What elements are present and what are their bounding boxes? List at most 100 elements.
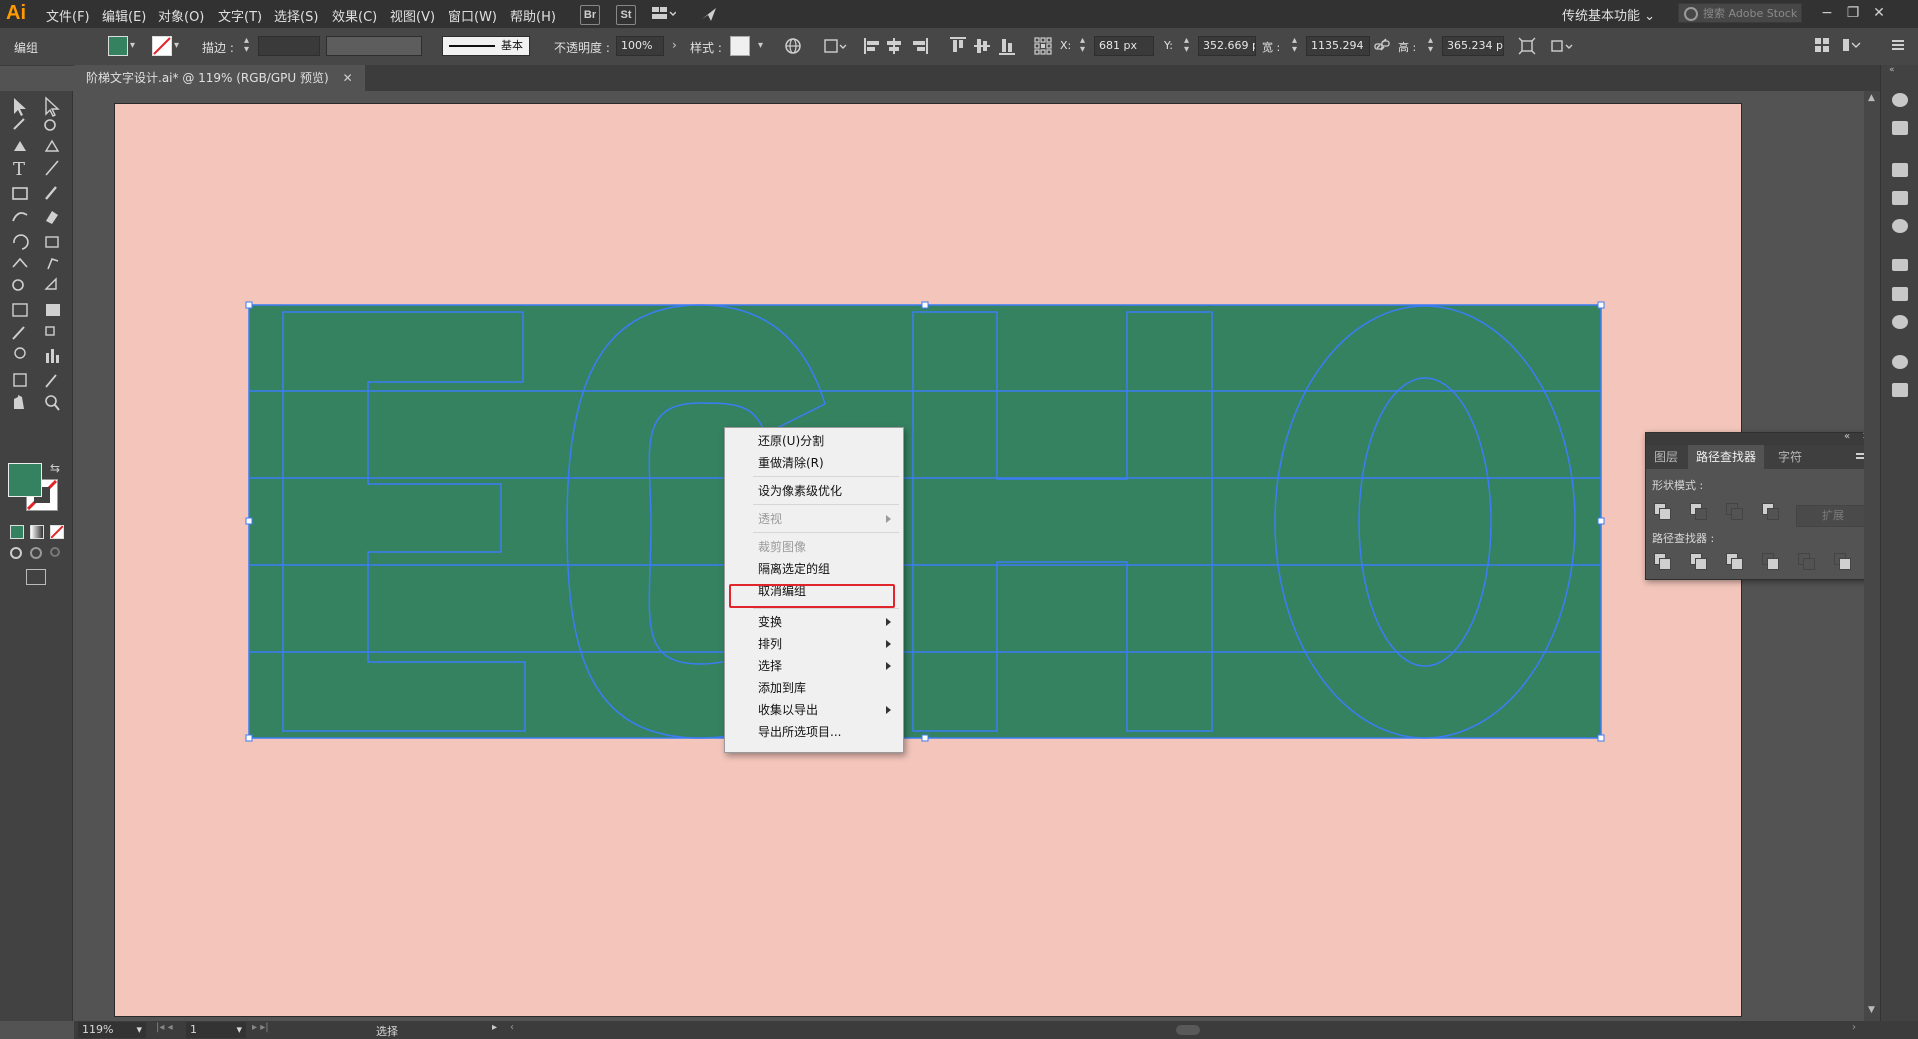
expand-dock-icon[interactable]: « bbox=[1889, 65, 1895, 75]
properties-icon[interactable] bbox=[1892, 121, 1908, 135]
tab-character[interactable]: 字符 bbox=[1770, 445, 1810, 469]
arrange-icon[interactable] bbox=[1814, 37, 1830, 53]
graphic-styles-icon[interactable] bbox=[1892, 383, 1908, 397]
minus-back-button[interactable] bbox=[1834, 553, 1852, 570]
stock-search-input[interactable]: 搜索 Adobe Stock bbox=[1678, 3, 1802, 23]
bridge-button[interactable]: Br bbox=[580, 5, 600, 25]
y-position-input[interactable]: 352.669 p bbox=[1198, 36, 1256, 56]
menu-help[interactable]: 帮助(H) bbox=[510, 6, 556, 25]
chevron-down-icon[interactable]: ▾ bbox=[758, 40, 763, 51]
pen-tool[interactable] bbox=[8, 139, 30, 159]
horizontal-scroll-thumb[interactable] bbox=[1176, 1025, 1200, 1035]
status-menu-arrow-icon[interactable]: ▸ bbox=[492, 1022, 497, 1033]
width-input[interactable]: 1135.294 bbox=[1306, 36, 1370, 56]
swap-fill-stroke-icon[interactable]: ⇆ bbox=[50, 461, 60, 475]
zoom-level-field[interactable]: 119% ▾ bbox=[78, 1022, 146, 1038]
exclude-button[interactable] bbox=[1762, 503, 1780, 520]
transform-reference-point-icon[interactable] bbox=[1034, 37, 1052, 55]
type-tool[interactable] bbox=[8, 159, 30, 179]
graphic-style-swatch[interactable] bbox=[730, 36, 750, 56]
close-icon[interactable]: ✕ bbox=[343, 71, 353, 85]
last-artboard-icon[interactable]: ▸ ▸| bbox=[252, 1022, 269, 1033]
menu-item-arrange[interactable]: 排列 bbox=[725, 634, 901, 654]
fill-swatch-front[interactable] bbox=[8, 463, 42, 497]
artboard-number-field[interactable]: 1 ▾ bbox=[186, 1022, 246, 1038]
y-stepper[interactable]: ▴ ▾ bbox=[1184, 36, 1189, 55]
height-stepper[interactable]: ▴ ▾ bbox=[1428, 36, 1433, 55]
stroke-weight-input[interactable] bbox=[258, 36, 320, 56]
scroll-down-icon[interactable]: ▼ bbox=[1868, 1005, 1875, 1015]
menu-object[interactable]: 对象(O) bbox=[158, 6, 204, 25]
menu-effect[interactable]: 效果(C) bbox=[332, 6, 377, 25]
menu-item-export-selection[interactable]: 导出所选项目... bbox=[725, 722, 901, 742]
stock-button[interactable]: St bbox=[616, 5, 636, 25]
menu-item-redo-clear[interactable]: 重做清除(R) bbox=[725, 453, 901, 473]
trim-button[interactable] bbox=[1690, 553, 1708, 570]
tab-layers[interactable]: 图层 bbox=[1646, 445, 1686, 469]
panel-header[interactable]: « ✕ bbox=[1646, 431, 1876, 445]
variable-width-profile[interactable] bbox=[326, 36, 422, 56]
intersect-button[interactable] bbox=[1726, 503, 1744, 520]
scroll-right-icon[interactable]: › bbox=[1852, 1022, 1856, 1033]
menu-item-isolate-group[interactable]: 隔离选定的组 bbox=[725, 559, 901, 579]
hand-tool[interactable] bbox=[8, 391, 30, 411]
stroke-weight-stepper[interactable]: ▴ ▾ bbox=[244, 36, 249, 55]
tab-pathfinder[interactable]: 路径查找器 bbox=[1688, 445, 1765, 469]
none-mode-button[interactable] bbox=[50, 525, 64, 539]
recolor-artwork-icon[interactable] bbox=[824, 37, 850, 55]
menu-select[interactable]: 选择(S) bbox=[274, 6, 318, 25]
x-position-input[interactable]: 681 px bbox=[1094, 36, 1154, 56]
draw-inside-icon[interactable] bbox=[50, 547, 60, 557]
opacity-input[interactable]: 100% bbox=[616, 36, 664, 56]
libraries-icon[interactable] bbox=[1892, 93, 1908, 107]
brushes-icon[interactable] bbox=[1892, 191, 1908, 205]
rectangle-tool[interactable] bbox=[8, 185, 30, 205]
close-window-button[interactable]: ✕ bbox=[1868, 3, 1890, 23]
menu-view[interactable]: 视图(V) bbox=[390, 6, 435, 25]
stroke-panel-icon[interactable] bbox=[1892, 259, 1908, 271]
scroll-up-icon[interactable]: ▲ bbox=[1868, 93, 1875, 103]
menu-item-pixel-perfect[interactable]: 设为像素级优化 bbox=[725, 481, 901, 501]
green-background-rect[interactable] bbox=[249, 305, 1601, 738]
brush-definition-dropdown[interactable]: 基本 bbox=[442, 36, 530, 56]
screen-mode-icon[interactable] bbox=[26, 569, 46, 585]
chevron-right-icon[interactable]: › bbox=[672, 38, 677, 52]
align-buttons-group[interactable] bbox=[864, 37, 1004, 55]
transform-options-icon[interactable] bbox=[1550, 37, 1576, 55]
unite-button[interactable] bbox=[1654, 503, 1672, 520]
draw-behind-icon[interactable] bbox=[30, 547, 42, 559]
artboard[interactable] bbox=[114, 103, 1742, 1017]
constrain-proportions-icon[interactable] bbox=[1374, 38, 1390, 54]
draw-normal-icon[interactable] bbox=[10, 547, 22, 559]
menu-item-collect-for-export[interactable]: 收集以导出 bbox=[725, 700, 901, 720]
document-tab[interactable]: 阶梯文字设计.ai* @ 119% (RGB/GPU 预览) ✕ bbox=[74, 65, 365, 91]
restore-button[interactable]: ❐ bbox=[1842, 3, 1864, 23]
crop-button[interactable] bbox=[1762, 553, 1780, 570]
fill-color-swatch[interactable] bbox=[108, 36, 128, 56]
menu-item-select[interactable]: 选择 bbox=[725, 656, 901, 676]
direct-selection-tool[interactable] bbox=[40, 95, 62, 115]
echo-artwork[interactable] bbox=[115, 104, 1741, 1016]
menu-edit[interactable]: 编辑(E) bbox=[102, 6, 146, 25]
workspace-switcher[interactable]: 传统基本功能 ⌄ bbox=[1562, 5, 1655, 24]
symbols-icon[interactable] bbox=[1892, 219, 1908, 233]
menu-type[interactable]: 文字(T) bbox=[218, 6, 262, 25]
chevron-down-icon[interactable]: ▾ bbox=[130, 40, 135, 51]
canvas[interactable] bbox=[74, 91, 1864, 1021]
chevron-down-icon[interactable]: ▾ bbox=[174, 40, 179, 51]
swatches-icon[interactable] bbox=[1892, 163, 1908, 177]
gpu-performance-icon[interactable] bbox=[700, 5, 718, 23]
merge-button[interactable] bbox=[1726, 553, 1744, 570]
gradient-mode-button[interactable] bbox=[30, 525, 44, 539]
zoom-tool[interactable] bbox=[40, 391, 62, 411]
minimize-button[interactable]: − bbox=[1816, 3, 1838, 23]
appearance-icon[interactable] bbox=[1892, 355, 1908, 369]
minus-front-button[interactable] bbox=[1690, 503, 1708, 520]
menu-window[interactable]: 窗口(W) bbox=[448, 6, 497, 25]
menu-item-undo-split[interactable]: 还原(U)分割 bbox=[725, 431, 901, 451]
selection-tool[interactable] bbox=[8, 95, 30, 115]
stroke-none-swatch[interactable] bbox=[152, 36, 172, 56]
vertical-scrollbar[interactable]: ▲ ▼ bbox=[1864, 91, 1880, 1021]
collapse-panel-icon[interactable]: « bbox=[1844, 431, 1850, 442]
menu-item-add-to-library[interactable]: 添加到库 bbox=[725, 678, 901, 698]
